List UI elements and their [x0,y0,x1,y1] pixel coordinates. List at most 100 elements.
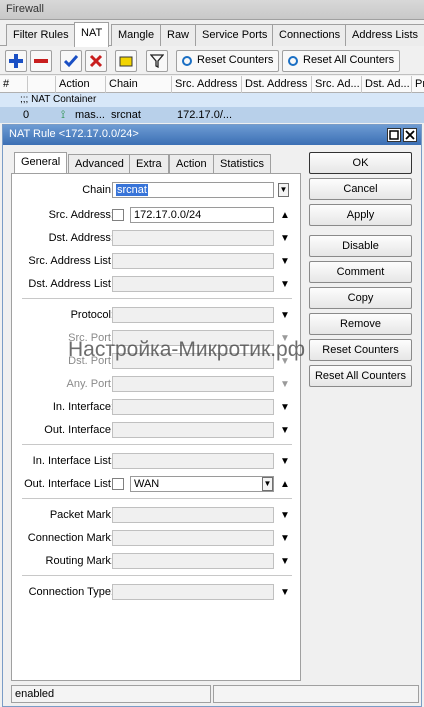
packet-mark-input[interactable] [112,507,274,523]
connection-mark-input[interactable] [112,530,274,546]
tab-statistics[interactable]: Statistics [213,154,272,174]
expand-down-icon[interactable]: ▼ [280,557,290,567]
maximize-icon [389,130,399,140]
out-interface-list-combobox[interactable]: WAN [130,476,274,492]
apply-button[interactable]: Apply [309,204,412,226]
routing-mark-label: Routing Mark: [45,555,114,567]
dst-port-input[interactable] [112,353,274,369]
row-number: 0 [23,109,30,121]
reset-counters-button[interactable]: Reset Counters [309,339,412,361]
tab-address-lists[interactable]: Address Lists [345,24,424,46]
tab-nat[interactable]: NAT [74,22,110,47]
minus-icon [34,59,48,63]
reset-all-counters-button[interactable]: Reset All Counters [309,365,412,387]
tab-extra[interactable]: Extra [129,154,169,174]
column-header-protocol[interactable]: Pr [412,76,424,93]
enable-button[interactable] [60,50,82,72]
protocol-label: Protocol: [70,309,114,321]
in-interface-label: In. Interface: [52,401,114,413]
column-header-src-address[interactable]: Src. Address [172,76,242,93]
expand-down-icon[interactable]: ▼ [280,334,290,344]
tab-raw[interactable]: Raw [160,24,197,46]
column-header-chain[interactable]: Chain [106,76,172,93]
table-group-comment[interactable]: ;;; NAT Container [0,93,424,107]
in-interface-input[interactable] [112,399,274,415]
chain-label: Chain: [82,184,114,196]
reset-icon [182,56,192,66]
expand-down-icon[interactable]: ▼ [280,280,290,290]
in-interface-list-input[interactable] [112,453,274,469]
cancel-button[interactable]: Cancel [309,178,412,200]
src-address-list-label: Src. Address List: [28,255,114,267]
column-header-dst-address-list[interactable]: Dst. Ad... [362,76,412,93]
window-title: Firewall [0,0,424,20]
reset-counters-label: Reset Counters [197,54,274,66]
table-row[interactable]: 0 ⟟ mas... srcnat 172.17.0/... [0,107,424,123]
connection-mark-label: Connection Mark: [27,532,114,544]
src-address-label: Src. Address: [48,209,114,221]
copy-button[interactable]: Copy [309,287,412,309]
expand-down-icon[interactable]: ▼ [280,257,290,267]
column-header-dst-address[interactable]: Dst. Address [242,76,312,93]
dst-address-list-input[interactable] [112,276,274,292]
expand-down-icon[interactable]: ▼ [280,311,290,321]
comment-button[interactable] [115,50,137,72]
filter-button[interactable] [146,50,168,72]
out-interface-list-value: WAN [134,478,160,490]
expand-down-icon[interactable]: ▼ [280,403,290,413]
chain-dropdown-button[interactable]: ▼ [278,183,289,197]
dst-address-list-label: Dst. Address List: [28,278,114,290]
routing-mark-input[interactable] [112,553,274,569]
dialog-title: NAT Rule <172.17.0.0/24> [9,128,139,140]
column-header-action[interactable]: Action [56,76,106,93]
collapse-up-icon[interactable]: ▲ [280,480,290,490]
any-port-input[interactable] [112,376,274,392]
expand-down-icon[interactable]: ▼ [280,511,290,521]
out-interface-list-dropdown-button[interactable]: ▼ [262,477,273,491]
protocol-input[interactable] [112,307,274,323]
add-button[interactable] [5,50,27,72]
out-interface-input[interactable] [112,422,274,438]
expand-down-icon[interactable]: ▼ [280,534,290,544]
comment-button[interactable]: Comment [309,261,412,283]
tab-action[interactable]: Action [169,154,214,174]
dst-address-input[interactable] [112,230,274,246]
out-interface-list-label: Out. Interface List: [24,478,114,490]
remove-button[interactable] [30,50,52,72]
column-header-src-address-list[interactable]: Src. Ad... [312,76,362,93]
column-header-blank[interactable] [28,76,56,93]
tab-mangle[interactable]: Mangle [111,24,162,46]
reset-all-counters-button[interactable]: Reset All Counters [282,50,401,72]
remove-button[interactable]: Remove [309,313,412,335]
tab-service-ports[interactable]: Service Ports [195,24,275,46]
tab-connections[interactable]: Connections [272,24,348,46]
expand-down-icon[interactable]: ▼ [280,588,290,598]
tab-filter-rules[interactable]: Filter Rules [6,24,76,46]
expand-down-icon[interactable]: ▼ [280,357,290,367]
ok-button[interactable]: OK [309,152,412,174]
close-button[interactable] [403,128,417,142]
expand-down-icon[interactable]: ▼ [280,457,290,467]
collapse-up-icon[interactable]: ▲ [280,211,290,221]
src-address-input[interactable]: 172.17.0.0/24 [130,207,274,223]
disable-button[interactable] [85,50,107,72]
expand-down-icon[interactable]: ▼ [280,426,290,436]
connection-type-input[interactable] [112,584,274,600]
status-box-empty [213,685,419,703]
dialog-titlebar[interactable]: NAT Rule <172.17.0.0/24> [3,125,421,145]
reset-counters-button[interactable]: Reset Counters [176,50,280,72]
src-address-list-input[interactable] [112,253,274,269]
plus-icon [9,54,23,68]
src-port-input[interactable] [112,330,274,346]
src-address-negate-checkbox[interactable] [112,209,124,221]
maximize-button[interactable] [387,128,401,142]
disable-button[interactable]: Disable [309,235,412,257]
column-header-number[interactable]: # [0,76,28,93]
expand-down-icon[interactable]: ▼ [280,234,290,244]
chain-combobox[interactable]: srcnat [112,182,274,198]
tab-general[interactable]: General [14,152,68,175]
out-interface-list-negate-checkbox[interactable] [112,478,124,490]
expand-down-icon[interactable]: ▼ [280,380,290,390]
reset-icon [288,56,298,66]
tab-advanced[interactable]: Advanced [68,154,131,174]
